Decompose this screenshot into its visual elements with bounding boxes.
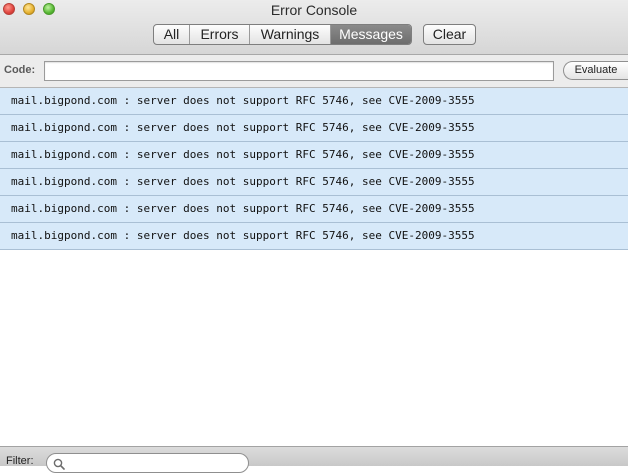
message-row[interactable]: mail.bigpond.com : server does not suppo… [0, 196, 628, 223]
search-icon [53, 458, 65, 470]
message-row[interactable]: mail.bigpond.com : server does not suppo… [0, 169, 628, 196]
code-label: Code: [4, 64, 36, 76]
message-type-filter: All Errors Warnings Messages [153, 24, 412, 45]
filter-search-field[interactable] [46, 453, 249, 473]
message-row[interactable]: mail.bigpond.com : server does not suppo… [0, 115, 628, 142]
message-list: mail.bigpond.com : server does not suppo… [0, 88, 628, 250]
filter-messages-button[interactable]: Messages [331, 25, 411, 44]
evaluate-button[interactable]: Evaluate [563, 61, 628, 80]
window-title: Error Console [270, 2, 358, 18]
code-input[interactable] [44, 61, 554, 81]
title-bar: Error Console All Errors Warnings Messag… [0, 0, 628, 55]
message-row[interactable]: mail.bigpond.com : server does not suppo… [0, 223, 628, 250]
filter-label: Filter: [6, 455, 34, 467]
filter-bar: Filter: [0, 446, 628, 473]
code-bar: Code: Evaluate [0, 55, 628, 88]
filter-input[interactable] [67, 455, 237, 471]
filter-all-button[interactable]: All [154, 25, 190, 44]
message-row[interactable]: mail.bigpond.com : server does not suppo… [0, 142, 628, 169]
filter-errors-button[interactable]: Errors [190, 25, 250, 44]
message-row[interactable]: mail.bigpond.com : server does not suppo… [0, 88, 628, 115]
clear-button[interactable]: Clear [423, 24, 476, 45]
filter-warnings-button[interactable]: Warnings [250, 25, 331, 44]
error-console-window: Error Console All Errors Warnings Messag… [0, 0, 628, 473]
